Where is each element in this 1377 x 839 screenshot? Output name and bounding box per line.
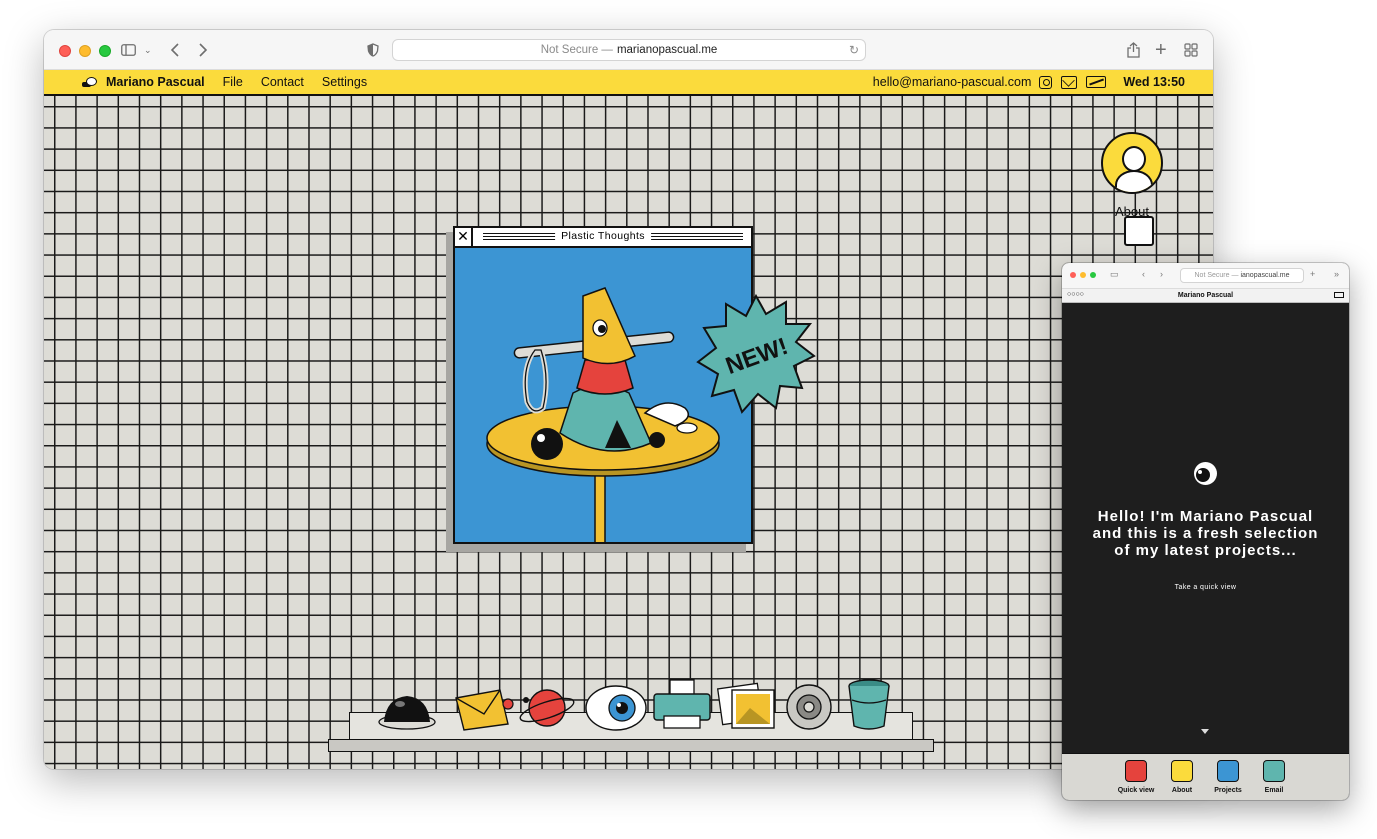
feature-window-titlebar[interactable]: ✕ Plastic Thoughts <box>455 228 751 248</box>
mobile-back-icon[interactable]: ‹ <box>1142 269 1145 279</box>
envelope-icon[interactable] <box>452 682 514 732</box>
mobile-sidebar-toggle-icon[interactable]: ▭ <box>1110 269 1119 280</box>
back-icon[interactable] <box>170 40 180 60</box>
mobile-battery-icon <box>1334 292 1344 298</box>
eye-logo-icon <box>1194 462 1217 485</box>
feature-window-close-icon[interactable]: ✕ <box>455 228 473 246</box>
eye-icon[interactable] <box>584 682 648 732</box>
menu-contact[interactable]: Contact <box>261 75 304 89</box>
menu-settings[interactable]: Settings <box>322 75 367 89</box>
mobile-forward-icon[interactable]: › <box>1160 269 1163 279</box>
main-browser-window: ⌄ Not Secure — marianopascual.me ↻ + Mar… <box>44 30 1213 769</box>
dock-app-label: About <box>1171 787 1193 794</box>
folder-icon <box>1217 760 1239 782</box>
dock-app-label: Email <box>1264 787 1284 794</box>
mail-icon <box>1263 760 1285 782</box>
mobile-browser-window: ▭ ‹ › Not Secure — ianopascual.me + » ○○… <box>1062 263 1349 800</box>
mobile-site-menubar: ○○○○ Mariano Pascual <box>1062 289 1349 303</box>
zoom-window-button[interactable] <box>99 45 111 57</box>
chevron-down-icon[interactable]: ⌄ <box>144 40 152 60</box>
mobile-site-title[interactable]: Mariano Pascual <box>1062 292 1349 299</box>
dock-shelf <box>328 739 934 752</box>
mobile-zoom-window-button[interactable] <box>1090 272 1096 278</box>
dock-app-about[interactable]: About <box>1162 760 1202 794</box>
dock-app-label: Projects <box>1214 787 1242 794</box>
menubar-status-area: hello@mariano-pascual.com Wed 13:50 <box>873 70 1213 94</box>
address-bar[interactable]: Not Secure — marianopascual.me ↻ <box>392 39 866 61</box>
photos-icon[interactable] <box>716 678 778 734</box>
scroll-down-arrow-icon[interactable] <box>1201 729 1209 734</box>
tab-overview-icon[interactable] <box>1184 40 1198 60</box>
helmet-icon[interactable] <box>378 682 436 732</box>
bucket-icon[interactable] <box>844 676 894 734</box>
minimize-window-button[interactable] <box>79 45 91 57</box>
new-tab-icon[interactable]: + <box>1155 39 1167 61</box>
menubar-clock: Wed 13:50 <box>1123 75 1185 89</box>
document-icon[interactable] <box>1124 216 1154 246</box>
battery-icon <box>1086 76 1107 88</box>
browser-toolbar: ⌄ Not Secure — marianopascual.me ↻ + <box>44 30 1213 70</box>
new-badge[interactable]: NEW! <box>694 292 818 416</box>
mobile-minimize-window-button[interactable] <box>1080 272 1086 278</box>
feature-window-title: Plastic Thoughts <box>555 230 651 242</box>
target-icon <box>1125 760 1147 782</box>
gear-icon[interactable] <box>784 682 834 732</box>
dock-app-label: Quick view <box>1117 787 1155 794</box>
desktop-grid: ✕ Plastic Thoughts NEW! About <box>44 96 1213 769</box>
mobile-address-host: ianopascual.me <box>1240 272 1290 279</box>
menu-file[interactable]: File <box>223 75 243 89</box>
privacy-shield-icon[interactable] <box>367 40 379 60</box>
instagram-icon[interactable] <box>1039 75 1053 89</box>
person-icon <box>1171 760 1193 782</box>
close-window-button[interactable] <box>59 45 71 57</box>
contact-email-link[interactable]: hello@mariano-pascual.com <box>873 75 1032 89</box>
avatar-icon <box>1101 132 1163 194</box>
dock-app-quick-view[interactable]: Quick view <box>1116 760 1156 794</box>
site-menubar: Mariano Pascual File Contact Settings he… <box>44 70 1213 96</box>
site-brand[interactable]: Mariano Pascual <box>106 75 205 89</box>
planet-icon[interactable] <box>516 682 578 734</box>
printer-icon[interactable] <box>650 676 714 734</box>
about-desktop-icon[interactable]: About <box>1101 132 1163 219</box>
sidebar-toggle-icon[interactable] <box>120 40 136 60</box>
mobile-address-security-label: Not Secure — <box>1194 272 1239 279</box>
mobile-address-bar[interactable]: Not Secure — ianopascual.me <box>1180 268 1304 283</box>
mobile-more-icon[interactable]: » <box>1334 269 1339 279</box>
mail-icon[interactable] <box>1061 75 1078 89</box>
dock-app-projects[interactable]: Projects <box>1208 760 1248 794</box>
address-security-label: Not Secure — <box>540 44 613 56</box>
reload-icon[interactable]: ↻ <box>849 43 859 57</box>
mobile-dock: Quick view About Projects Email <box>1062 753 1349 800</box>
share-icon[interactable] <box>1127 40 1140 60</box>
dock-app-email[interactable]: Email <box>1254 760 1294 794</box>
mobile-new-tab-icon[interactable]: + <box>1310 269 1315 279</box>
screenshot-stage: ⌄ Not Secure — marianopascual.me ↻ + Mar… <box>0 0 1377 839</box>
address-host: marianopascual.me <box>616 44 718 56</box>
quick-view-link[interactable]: Take a quick view <box>1062 584 1349 591</box>
mobile-close-window-button[interactable] <box>1070 272 1076 278</box>
forward-icon[interactable] <box>198 40 208 60</box>
mobile-browser-toolbar: ▭ ‹ › Not Secure — ianopascual.me + » <box>1062 263 1349 289</box>
site-logo-icon[interactable] <box>82 77 98 87</box>
hero-text: Hello! I'm Mariano Pascual and this is a… <box>1092 508 1319 559</box>
